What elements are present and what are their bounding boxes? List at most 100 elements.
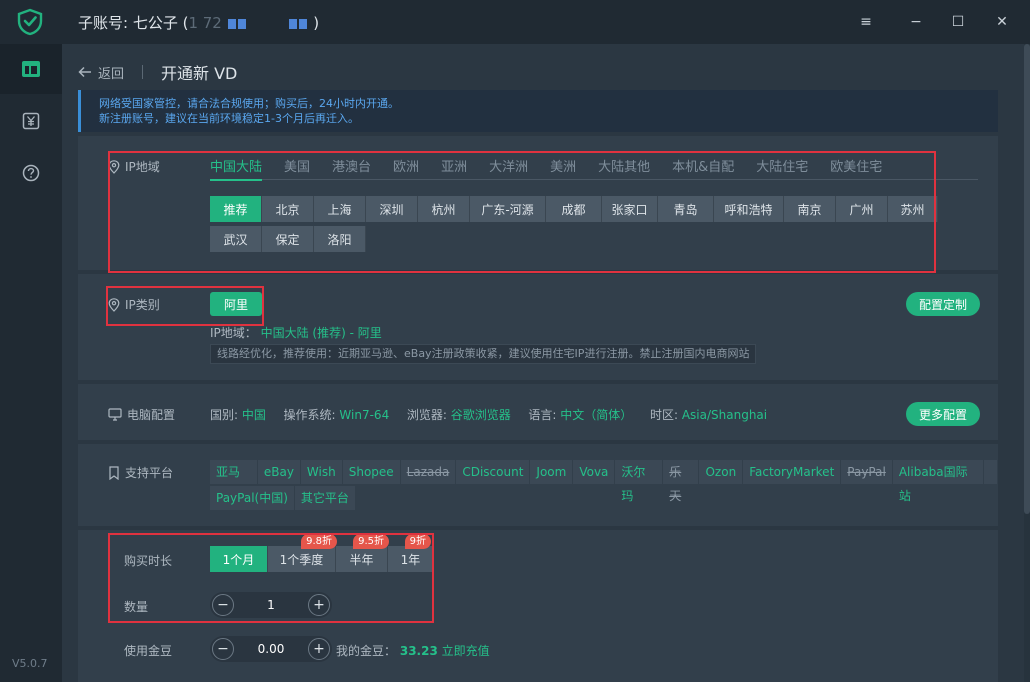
city-guangzhou[interactable]: 广州: [836, 196, 888, 222]
notice-line-2: 新注册账号，建议在当前环境稳定1-3个月后再迁入。: [99, 112, 359, 125]
duration-1-year[interactable]: 1年 9折: [388, 534, 434, 572]
breadcrumb: 返回 开通新 VD: [78, 60, 237, 84]
platform-factorymarket: FactoryMarket: [743, 460, 842, 484]
maximize-icon[interactable]: ☐: [948, 12, 968, 32]
beans-label: 使用金豆: [124, 644, 173, 658]
ip-type-aliyun[interactable]: 阿里: [210, 292, 262, 316]
back-button[interactable]: 返回: [78, 63, 124, 82]
city-hohhot[interactable]: 呼和浩特: [714, 196, 784, 222]
tab-hk-macau-taiwan[interactable]: 港澳台: [332, 156, 371, 180]
city-zhangjiakou[interactable]: 张家口: [602, 196, 658, 222]
window-title: 子账号: 七公子 (1 72 ): [78, 14, 320, 32]
duration-1-month[interactable]: 1个月: [210, 546, 268, 572]
city-shenzhen[interactable]: 深圳: [366, 196, 418, 222]
beans-input[interactable]: 0.00: [241, 642, 301, 656]
city-guangdong-heyuan[interactable]: 广东-河源: [470, 196, 546, 222]
discount-badge-half-year: 9.5折: [353, 534, 389, 549]
city-chengdu[interactable]: 成都: [546, 196, 602, 222]
duration-label: 购买时长: [124, 554, 173, 568]
yen-icon: [22, 112, 40, 130]
notice-banner: 网络受国家管控，请合法合规使用；购买后，24小时内开通。 新注册账号，建议在当前…: [78, 90, 998, 132]
city-recommended[interactable]: 推荐: [210, 196, 262, 222]
notice-line-1: 网络受国家管控，请合法合规使用；购买后，24小时内开通。: [99, 97, 399, 110]
platform-rakuten: 乐天: [663, 460, 700, 503]
tab-europe[interactable]: 欧洲: [393, 156, 419, 180]
duration-half-year[interactable]: 半年 9.5折: [336, 534, 389, 572]
platform-other: 其它平台: [294, 486, 356, 510]
platforms-row-1: 亚马逊 eBay Wish Shopee Lazada CDiscount Jo…: [210, 460, 998, 503]
platform-lazada: Lazada: [400, 460, 457, 484]
ip-type-hint: 线路经优化，推荐使用：近期亚马逊、eBay注册政策收紧，建议使用住宅IP进行注册…: [210, 344, 757, 364]
close-icon[interactable]: ✕: [992, 12, 1012, 32]
sidebar-item-vd[interactable]: [0, 44, 62, 94]
city-luoyang[interactable]: 洛阳: [314, 226, 366, 252]
back-label: 返回: [98, 66, 125, 82]
sidebar: V5.0.7: [0, 44, 62, 682]
duration-1-quarter[interactable]: 1个季度 9.8折: [268, 534, 337, 572]
discount-badge-year: 9折: [404, 534, 431, 549]
quantity-decrement-button[interactable]: −: [212, 594, 234, 616]
platform-ozon: Ozon: [699, 460, 744, 484]
city-wuhan[interactable]: 武汉: [210, 226, 262, 252]
tab-oceania[interactable]: 大洋洲: [489, 156, 528, 180]
platform-amazon: 亚马逊: [210, 460, 258, 503]
platforms-card: 支持平台 亚马逊 eBay Wish Shopee Lazada CDiscou…: [78, 444, 998, 526]
version-label: V5.0.7: [12, 657, 48, 670]
tab-mainland-other[interactable]: 大陆其他: [598, 156, 650, 180]
recharge-link[interactable]: 立即充值: [442, 644, 490, 658]
city-grid: 推荐 北京 上海 深圳 杭州 广东-河源 成都 张家口 青岛 呼和浩特 南京 广…: [210, 196, 938, 256]
city-nanjing[interactable]: 南京: [784, 196, 836, 222]
quantity-input[interactable]: 1: [241, 598, 301, 612]
platform-ebay: eBay: [257, 460, 301, 484]
beans-decrement-button[interactable]: −: [212, 638, 234, 660]
arrow-left-icon: [78, 66, 91, 78]
tab-eu-us-residential[interactable]: 欧美住宅: [830, 156, 882, 180]
window-layout-icon: [22, 61, 40, 77]
pc-config-summary: 国别: 中国 操作系统: Win7-64 浏览器: 谷歌浏览器 语言: 中文（简…: [210, 408, 768, 422]
menu-icon[interactable]: ≡: [856, 12, 876, 32]
platform-cdiscount: CDiscount: [456, 460, 531, 484]
tab-asia[interactable]: 亚洲: [441, 156, 467, 180]
scrollbar-thumb[interactable]: [1024, 44, 1030, 514]
city-hangzhou[interactable]: 杭州: [418, 196, 470, 222]
platform-walmart: 沃尔玛: [615, 460, 664, 503]
city-shanghai[interactable]: 上海: [314, 196, 366, 222]
quantity-increment-button[interactable]: +: [308, 594, 330, 616]
discount-badge-quarter: 9.8折: [301, 534, 337, 549]
platform-paypal-china: PayPal(中国): [210, 486, 295, 510]
city-suzhou[interactable]: 苏州: [888, 196, 938, 222]
tab-usa[interactable]: 美国: [284, 156, 310, 180]
custom-config-button[interactable]: 配置定制: [906, 292, 980, 316]
scrollbar[interactable]: [1024, 44, 1030, 682]
tab-americas[interactable]: 美洲: [550, 156, 576, 180]
title-bar: 子账号: 七公子 (1 72 ) ≡ − ☐ ✕: [0, 0, 1030, 44]
tab-mainland-china[interactable]: 中国大陆: [210, 156, 263, 181]
city-qingdao[interactable]: 青岛: [658, 196, 714, 222]
tab-local-custom[interactable]: 本机&自配: [672, 156, 734, 180]
platforms-label: 支持平台: [108, 464, 173, 481]
platforms-row-2: PayPal(中国) 其它平台: [210, 486, 356, 510]
tab-mainland-residential[interactable]: 大陆住宅: [756, 156, 808, 180]
purchase-card: 购买时长 1个月 1个季度 9.8折 半年 9.5折 1年 9折 数量 − 1 …: [78, 530, 998, 682]
ip-type-card: IP类别 阿里 配置定制 IP地域： 中国大陆 (推荐) - 阿里 线路经优化，…: [78, 274, 998, 380]
quantity-label: 数量: [124, 600, 149, 614]
sidebar-item-billing[interactable]: [0, 96, 62, 146]
platform-wish: Wish: [300, 460, 343, 484]
pc-config-card: 电脑配置 国别: 中国 操作系统: Win7-64 浏览器: 谷歌浏览器 语言:…: [78, 384, 998, 440]
platform-paypal: PayPal: [841, 460, 893, 484]
platform-empty: [984, 460, 998, 484]
shield-logo-icon: [17, 8, 43, 36]
sidebar-item-help[interactable]: [0, 148, 62, 198]
my-beans-value: 33.23: [399, 644, 438, 658]
platform-vova: Vova: [573, 460, 616, 484]
platform-shopee: Shopee: [342, 460, 401, 484]
city-baoding[interactable]: 保定: [262, 226, 314, 252]
location-pin-icon: [108, 159, 120, 174]
ip-region-card: IP地域 中国大陆 美国 港澳台 欧洲 亚洲 大洋洲 美洲 大陆其他 本机&自配…: [78, 136, 998, 270]
more-config-button[interactable]: 更多配置: [906, 402, 980, 426]
minimize-icon[interactable]: −: [906, 12, 926, 32]
ip-type-label: IP类别: [108, 296, 160, 313]
city-beijing[interactable]: 北京: [262, 196, 314, 222]
pc-config-label: 电脑配置: [108, 406, 175, 423]
beans-increment-button[interactable]: +: [308, 638, 330, 660]
